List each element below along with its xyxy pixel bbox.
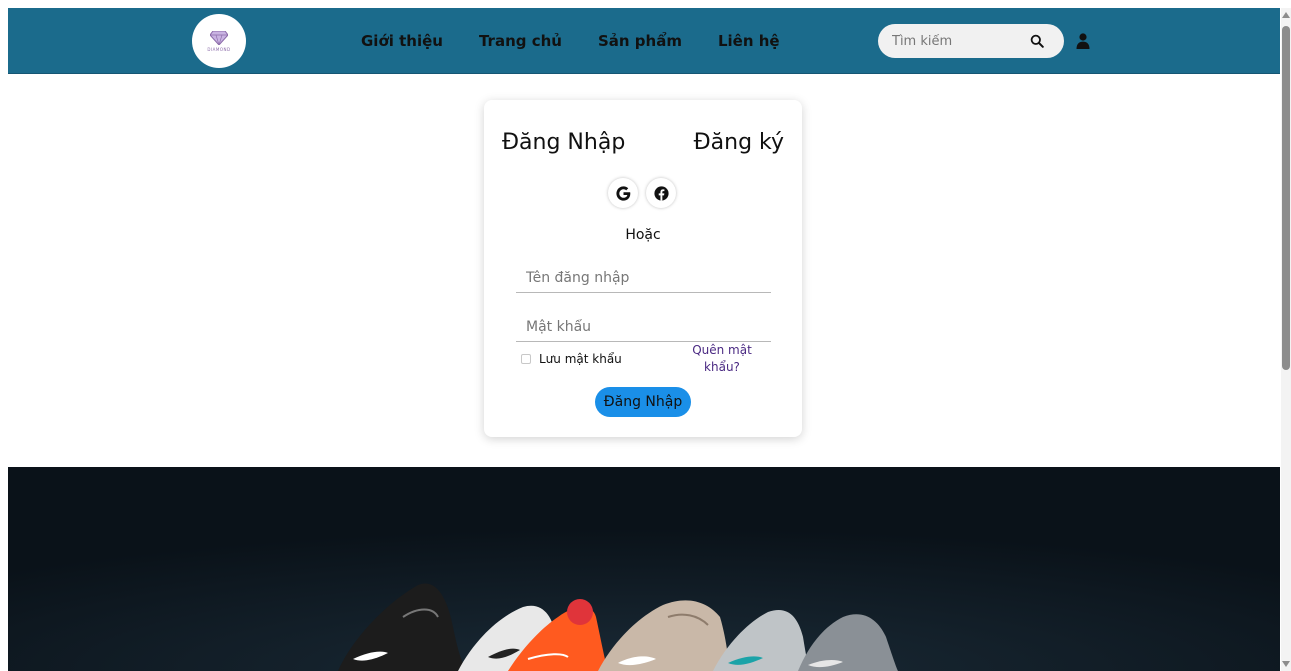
page: DIAMOND Giới thiệu Trang chủ Sản phẩm Li…	[8, 8, 1280, 671]
nav-item-about[interactable]: Giới thiệu	[361, 30, 443, 52]
user-icon[interactable]	[1076, 33, 1090, 49]
diamond-icon	[210, 30, 228, 45]
remember-checkbox[interactable]	[521, 354, 531, 364]
tab-login[interactable]: Đăng Nhập	[502, 130, 625, 155]
social-login	[608, 178, 676, 208]
facebook-icon	[653, 185, 669, 201]
facebook-login-button[interactable]	[646, 178, 676, 208]
scrollbar-thumb[interactable]	[1282, 26, 1290, 370]
scroll-up-arrow-icon[interactable]	[1282, 11, 1290, 19]
remember-password[interactable]: Lưu mật khẩu	[521, 352, 622, 366]
nav-item-home[interactable]: Trang chủ	[479, 30, 562, 52]
login-submit-button[interactable]: Đăng Nhập	[595, 387, 691, 417]
tab-register[interactable]: Đăng ký	[694, 130, 784, 155]
password-input[interactable]	[516, 312, 771, 342]
top-navbar: DIAMOND Giới thiệu Trang chủ Sản phẩm Li…	[8, 8, 1280, 74]
google-login-button[interactable]	[608, 178, 638, 208]
search-input[interactable]	[892, 31, 1022, 51]
scroll-down-arrow-icon[interactable]	[1282, 660, 1290, 668]
forgot-password-link[interactable]: Quên mật khẩu?	[682, 342, 762, 376]
google-icon	[615, 185, 630, 201]
login-card: Đăng Nhập Đăng ký Hoặc Tên đăng nhập Lưu…	[484, 100, 802, 437]
nav-item-products[interactable]: Sản phẩm	[598, 30, 682, 52]
remember-label: Lưu mật khẩu	[539, 352, 622, 366]
hero-banner	[8, 467, 1280, 671]
nav-item-contact[interactable]: Liên hệ	[718, 30, 780, 52]
search-icon[interactable]	[1030, 34, 1044, 48]
search-box	[878, 24, 1064, 58]
username-input[interactable]	[516, 263, 771, 293]
or-divider-text: Hoặc	[625, 227, 661, 243]
main-nav: Giới thiệu Trang chủ Sản phẩm Liên hệ	[361, 30, 816, 52]
sneakers-image	[8, 467, 1280, 671]
brand-logo[interactable]: DIAMOND	[192, 14, 246, 68]
logo-text: DIAMOND	[207, 46, 231, 52]
page-scrollbar[interactable]	[1281, 8, 1291, 671]
